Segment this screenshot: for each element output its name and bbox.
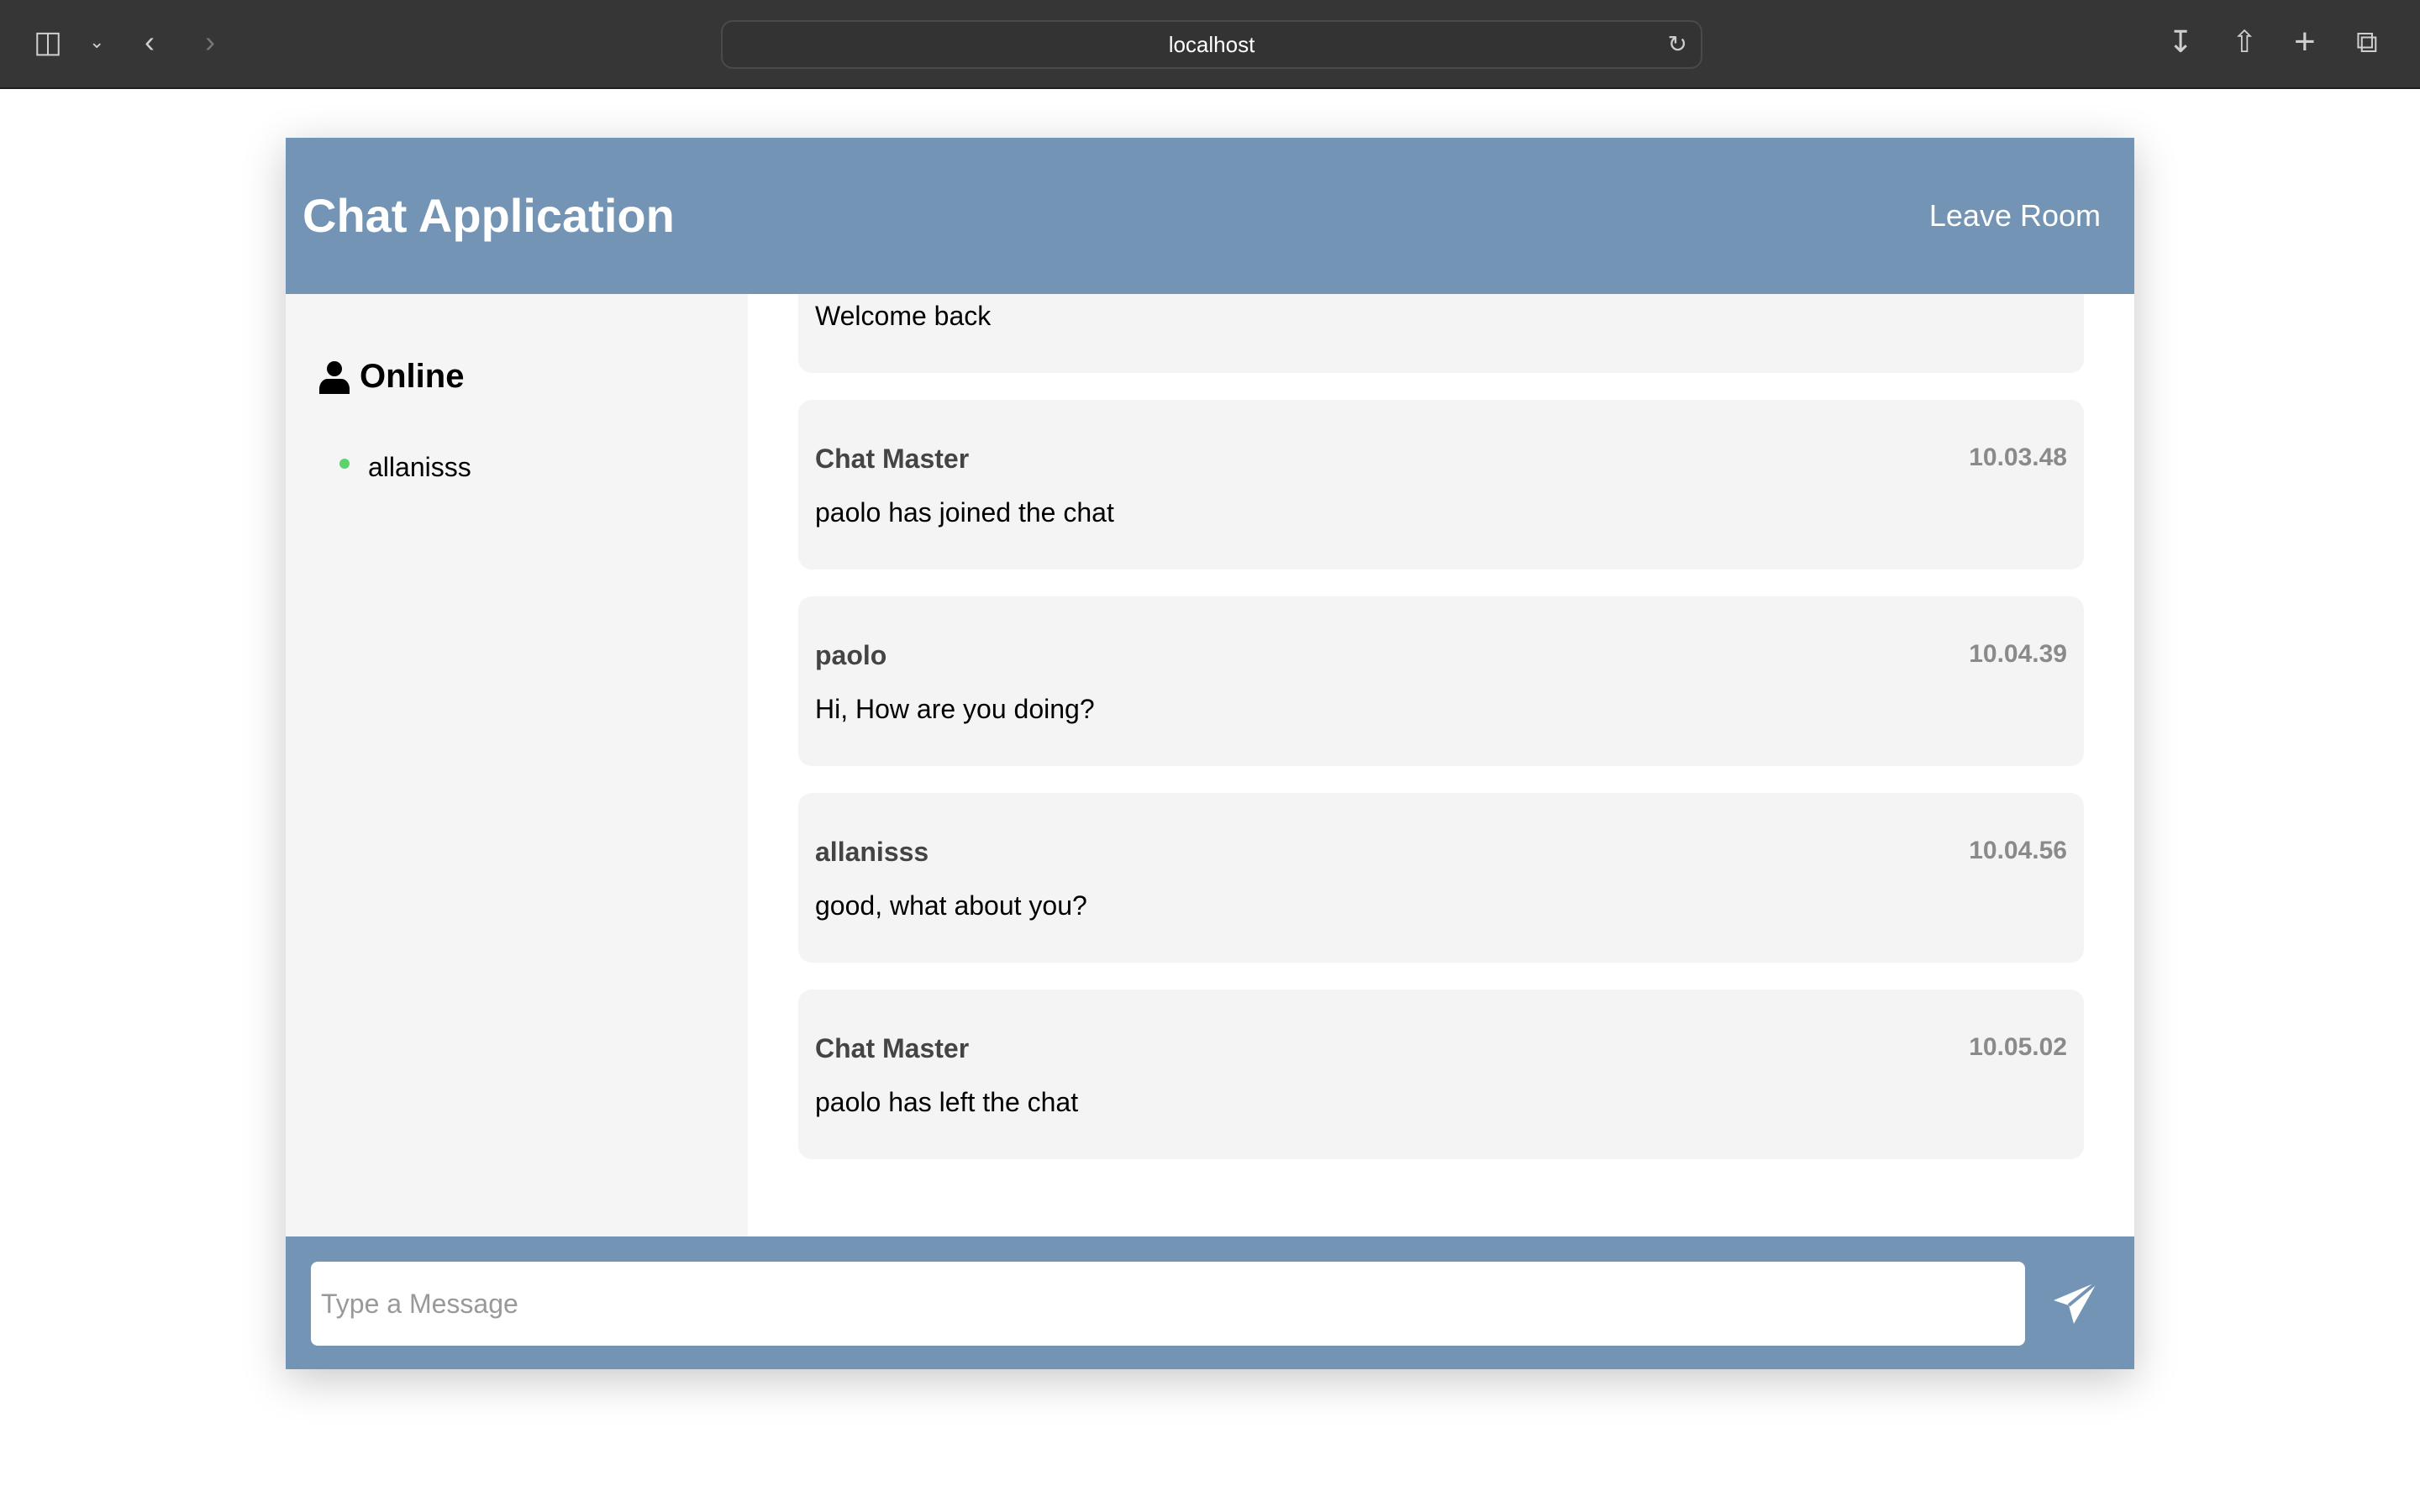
- message-input[interactable]: [311, 1262, 2025, 1346]
- user-icon: [319, 360, 350, 394]
- sidebar-toggle-icon[interactable]: ◫: [34, 24, 62, 60]
- url-text: localhost: [1168, 32, 1255, 57]
- chat-body: Online allanisss Welcome back Chat Maste…: [286, 294, 2134, 1236]
- message-card: Chat Master 10.03.48 paolo has joined th…: [798, 400, 2084, 570]
- message-time: 10.04.56: [1969, 837, 2067, 864]
- message-sender: allanisss: [815, 837, 929, 867]
- message-text: Hi, How are you doing?: [815, 694, 1095, 724]
- message-time: 10.04.39: [1969, 640, 2067, 668]
- app-title: Chat Application: [302, 189, 675, 242]
- message-time: 10.05.02: [1969, 1033, 2067, 1061]
- message-card: Chat Master 10.05.02 paolo has left the …: [798, 990, 2084, 1159]
- forward-icon[interactable]: ›: [205, 24, 215, 60]
- message-sender: paolo: [815, 640, 887, 670]
- chevron-down-icon[interactable]: ⌄: [89, 24, 104, 60]
- message-sender: Chat Master: [815, 444, 970, 474]
- send-icon[interactable]: [2050, 1278, 2101, 1329]
- browser-toolbar: ◫ ⌄ ‹ › localhost ↻ ↧ ⇧ + ⧉: [0, 0, 2420, 89]
- message-sender: Chat Master: [815, 1033, 970, 1063]
- tabs-overview-icon[interactable]: ⧉: [2356, 24, 2378, 60]
- message-text: paolo has left the chat: [815, 1087, 1079, 1117]
- message-time: 10.03.48: [1969, 444, 2067, 471]
- online-sidebar: Online allanisss: [286, 294, 748, 1236]
- message-card: allanisss 10.04.56 good, what about you?: [798, 793, 2084, 963]
- messages-area[interactable]: Welcome back Chat Master 10.03.48 paolo …: [748, 294, 2134, 1236]
- message-card: Welcome back: [798, 294, 2084, 373]
- new-tab-icon[interactable]: +: [2294, 24, 2316, 60]
- address-bar[interactable]: localhost ↻: [721, 20, 1702, 69]
- composer: [286, 1236, 2134, 1369]
- online-user-name: allanisss: [368, 452, 471, 482]
- share-icon[interactable]: ⇧: [2232, 24, 2257, 60]
- reload-icon[interactable]: ↻: [1668, 22, 1687, 67]
- app-header: Chat Application Leave Room: [286, 138, 2134, 294]
- online-status-dot: [339, 459, 350, 469]
- online-user[interactable]: allanisss: [339, 452, 471, 483]
- chat-app: Chat Application Leave Room Online allan…: [286, 138, 2134, 1369]
- online-heading-label: Online: [360, 358, 465, 395]
- leave-room-button[interactable]: Leave Room: [1929, 198, 2101, 234]
- message-text: paolo has joined the chat: [815, 497, 1114, 528]
- message-text: Welcome back: [815, 301, 992, 331]
- online-heading: Online: [319, 358, 464, 396]
- message-text: good, what about you?: [815, 890, 1087, 921]
- download-icon[interactable]: ↧: [2168, 24, 2193, 60]
- message-list: Welcome back Chat Master 10.03.48 paolo …: [798, 294, 2084, 1186]
- back-icon[interactable]: ‹: [145, 24, 155, 60]
- message-card: paolo 10.04.39 Hi, How are you doing?: [798, 596, 2084, 766]
